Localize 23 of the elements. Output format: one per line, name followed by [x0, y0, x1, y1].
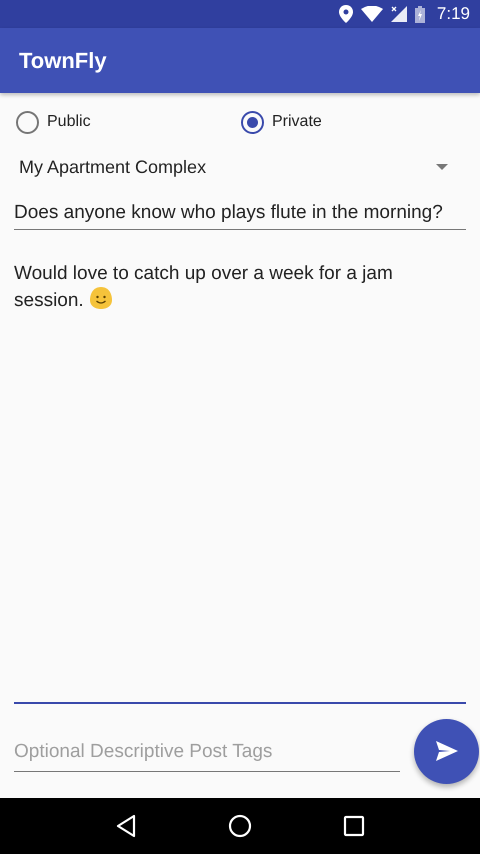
radio-button[interactable]: [16, 110, 39, 134]
radio-button[interactable]: [241, 110, 264, 134]
send-icon: [436, 741, 458, 761]
signal-icon: [390, 6, 407, 22]
app-title: TownFly: [19, 48, 107, 74]
radio-label: Private: [272, 113, 322, 131]
body-field[interactable]: Would love to catch up over a week for a jam session.: [14, 262, 466, 704]
battery-icon: [414, 6, 425, 22]
wifi-icon: [360, 6, 383, 22]
recents-icon[interactable]: [342, 815, 365, 837]
back-icon[interactable]: [115, 814, 138, 838]
radio-option[interactable]: Public: [16, 110, 241, 134]
smiley-icon: [88, 286, 113, 310]
radio-label: Public: [47, 113, 91, 131]
tags-field[interactable]: Optional Descriptive Post Tags: [14, 730, 400, 772]
send-button[interactable]: [414, 718, 479, 784]
radio-option[interactable]: Private: [241, 110, 466, 134]
dropdown-arrow-icon: [436, 164, 448, 170]
home-icon[interactable]: [228, 814, 252, 838]
title-field[interactable]: Does anyone know who plays flute in the morning?: [14, 201, 466, 230]
audience-dropdown[interactable]: My Apartment Complex: [14, 151, 466, 183]
status-time: 7:19: [436, 4, 470, 24]
location-icon: [338, 5, 353, 23]
